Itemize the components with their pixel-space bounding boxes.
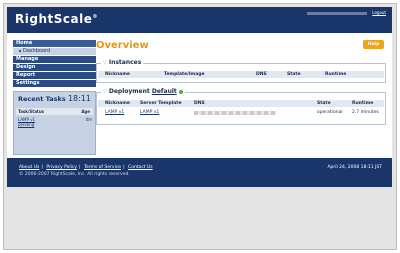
- task-age: 4m: [85, 117, 92, 122]
- footer: About Us | Privacy Policy | Terms of Servi…: [7, 158, 392, 187]
- server-nickname-link[interactable]: LAMP v1: [105, 110, 124, 115]
- copyright-text: © 2006-2007 RightScale, Inc. All rights …: [19, 172, 130, 177]
- column-server-template: Server Template: [140, 101, 182, 106]
- instances-table-header: Nickname Template/Image DNS State Runtim…: [98, 71, 384, 78]
- server-runtime: 2.7 minutes: [352, 110, 379, 115]
- footer-date: April 24, 2008 18:11 JST: [327, 165, 382, 170]
- sidebar-item-dashboard[interactable]: Dashboard: [13, 48, 96, 55]
- terms-of-service-link[interactable]: Terms of Service: [84, 165, 121, 170]
- deployment-section-title: ▽ Deployment Default: [101, 88, 185, 95]
- deployment-section: ▽ Deployment Default Nickname Server Temp…: [96, 88, 386, 125]
- column-nickname: Nickname: [105, 101, 130, 106]
- deployment-default-link[interactable]: Default: [152, 88, 177, 95]
- instances-title-text: Instances: [108, 59, 142, 66]
- recent-tasks-time: 18:11: [67, 94, 91, 103]
- footer-separator: |: [79, 165, 81, 170]
- task-status-link[interactable]: pending: [18, 122, 92, 127]
- status-green-icon: [178, 89, 183, 94]
- user-email-redacted: [307, 11, 368, 15]
- sidebar-item-home[interactable]: Home: [13, 40, 96, 47]
- sidebar-item-report[interactable]: Report: [13, 72, 96, 79]
- collapse-triangle-icon[interactable]: ▽: [103, 60, 107, 66]
- bullet-icon: [19, 49, 21, 52]
- recent-tasks-title: Recent Tasks: [18, 95, 66, 103]
- main-panel: Home Dashboard Manage Design Report Sett…: [7, 33, 392, 158]
- collapse-triangle-icon[interactable]: ▽: [103, 89, 107, 95]
- column-runtime: Runtime: [325, 72, 347, 77]
- recent-tasks-panel: Recent Tasks 18:11 Task/Status Age LAMP …: [13, 91, 96, 155]
- dns-redacted: [194, 111, 276, 115]
- task-status-column: Task/Status: [18, 109, 45, 114]
- footer-separator: |: [123, 165, 125, 170]
- server-state: operational: [317, 110, 343, 115]
- task-row: LAMP v1 pending 4m: [18, 117, 92, 127]
- server-template-link[interactable]: LAMP v1: [140, 110, 159, 115]
- column-dns: DNS: [194, 101, 205, 106]
- deployment-title-text: Deployment: [108, 88, 150, 95]
- column-template-image: Template/Image: [164, 72, 205, 77]
- contact-us-link[interactable]: Contact Us: [128, 165, 153, 170]
- rightscale-logo[interactable]: RightScale®: [15, 12, 98, 26]
- column-runtime: Runtime: [352, 101, 374, 106]
- sidebar-item-design[interactable]: Design: [13, 64, 96, 71]
- sidebar: Home Dashboard Manage Design Report Sett…: [13, 40, 96, 155]
- logout-link[interactable]: Logout: [372, 10, 386, 15]
- about-us-link[interactable]: About Us: [19, 165, 39, 170]
- instances-section: ▽ Instances Nickname Template/Image DNS S…: [96, 59, 386, 83]
- sidebar-item-label: Dashboard: [23, 48, 51, 54]
- app-header: RightScale® Logout: [7, 7, 392, 33]
- column-nickname: Nickname: [105, 72, 130, 77]
- footer-links: About Us | Privacy Policy | Terms of Servi…: [19, 165, 155, 170]
- sidebar-item-manage[interactable]: Manage: [13, 56, 96, 63]
- help-button[interactable]: Help: [363, 40, 384, 49]
- instances-section-title[interactable]: ▽ Instances: [101, 59, 144, 66]
- recent-tasks-header: Task/Status Age: [16, 108, 93, 115]
- privacy-policy-link[interactable]: Privacy Policy: [46, 165, 77, 170]
- page-title: Overview: [96, 40, 149, 51]
- age-column: Age: [81, 109, 90, 114]
- column-state: State: [287, 72, 301, 77]
- logo-text: RightScale: [15, 12, 93, 26]
- deployment-table-header: Nickname Server Template DNS State Runti…: [98, 100, 384, 107]
- footer-separator: |: [41, 165, 43, 170]
- table-row: LAMP v1 LAMP v1 operational 2.7 minutes: [98, 109, 384, 117]
- column-state: State: [317, 101, 331, 106]
- header-user-area: Logout: [307, 10, 386, 15]
- sidebar-item-settings[interactable]: Settings: [13, 80, 96, 87]
- logo-trademark: ®: [92, 14, 98, 20]
- column-dns: DNS: [256, 72, 267, 77]
